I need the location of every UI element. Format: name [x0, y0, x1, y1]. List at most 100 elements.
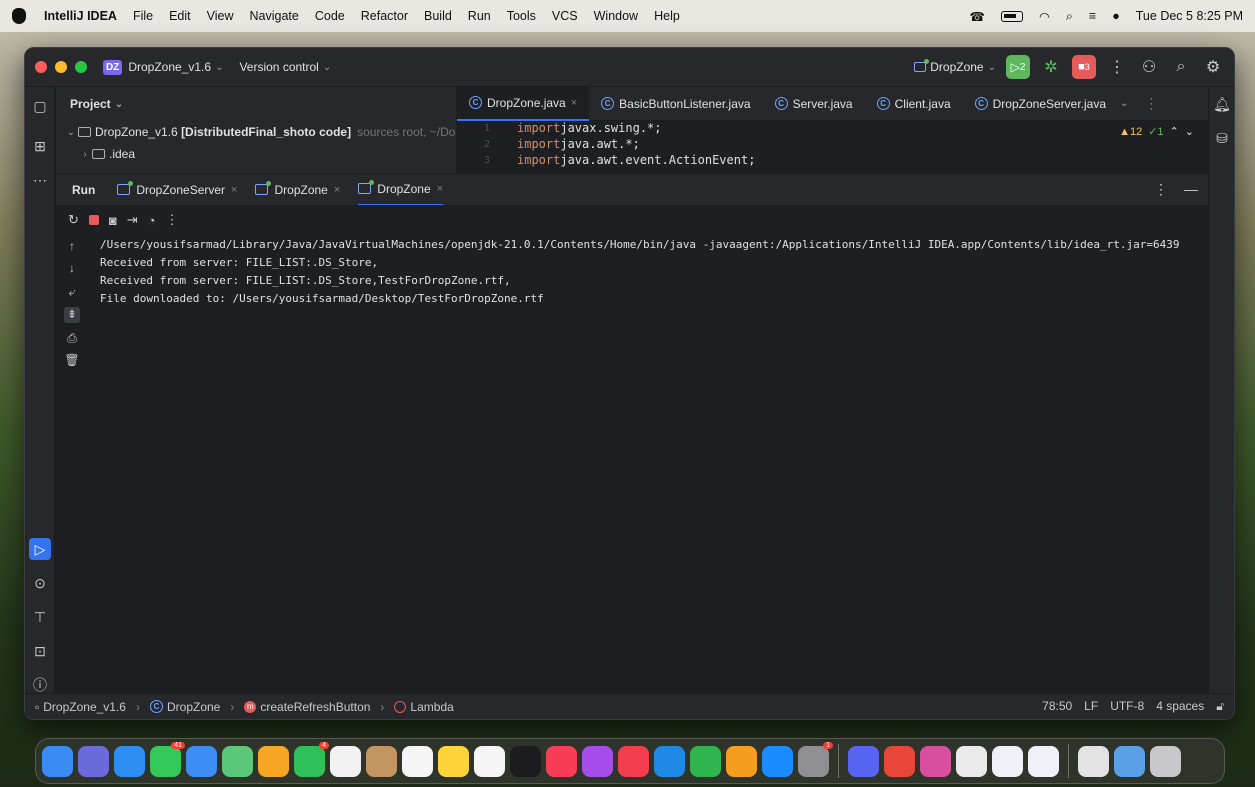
dock-documents-icon[interactable]: [1078, 745, 1109, 777]
dock-news-icon[interactable]: [618, 745, 649, 777]
project-panel-header[interactable]: Project ⌄: [56, 87, 456, 121]
dock-photos-icon[interactable]: [258, 745, 289, 777]
services-tool-icon[interactable]: ⊙: [29, 572, 51, 594]
rerun-icon[interactable]: ↻: [68, 212, 79, 228]
menu-file[interactable]: File: [133, 9, 153, 23]
project-switcher[interactable]: DropZone_v1.6: [128, 60, 211, 74]
more-icon[interactable]: ⋮: [1144, 95, 1158, 112]
more-icon[interactable]: ⋮: [166, 212, 179, 228]
chevron-down-icon[interactable]: ⌄: [215, 62, 223, 73]
close-window-button[interactable]: [35, 61, 47, 73]
menu-window[interactable]: Window: [594, 9, 638, 23]
minimize-window-button[interactable]: [55, 61, 67, 73]
notifications-icon[interactable]: 🔔︎: [1211, 93, 1233, 115]
more-tools-icon[interactable]: ⋯: [29, 169, 51, 191]
dock-freeform-icon[interactable]: [474, 745, 505, 777]
wifi-icon[interactable]: ◠: [1039, 9, 1050, 24]
project-badge[interactable]: DZ: [103, 59, 123, 75]
build-tool-icon[interactable]: ⊤: [29, 606, 51, 628]
dock-textedit-icon[interactable]: [956, 745, 987, 777]
tab-client-java[interactable]: C Client.java: [865, 87, 963, 121]
tree-node-idea[interactable]: › .idea: [56, 143, 456, 165]
dock-facetime-icon[interactable]: 4: [294, 741, 329, 777]
stop-icon[interactable]: [88, 215, 99, 225]
zoom-window-button[interactable]: [75, 61, 87, 73]
spotlight-icon[interactable]: ⌕: [1066, 9, 1073, 24]
arrow-down-icon[interactable]: ↓: [64, 261, 80, 277]
profiler-icon[interactable]: ◔: [148, 213, 156, 228]
soft-wrap-icon[interactable]: ⤶: [64, 285, 80, 301]
dock-music-icon[interactable]: [546, 745, 577, 777]
version-control-menu[interactable]: Version control: [239, 60, 318, 74]
dock-reminders-icon[interactable]: [402, 745, 433, 777]
dock-keynote-icon[interactable]: [654, 745, 685, 777]
terminal-tool-icon[interactable]: ⊡: [29, 640, 51, 662]
close-icon[interactable]: ×: [437, 183, 443, 195]
close-icon[interactable]: ×: [571, 97, 577, 109]
search-icon[interactable]: ⌕: [1170, 58, 1192, 76]
chevron-right-icon[interactable]: ›: [78, 149, 92, 160]
control-center-icon[interactable]: ≡: [1089, 9, 1096, 23]
indent-setting[interactable]: 4 spaces: [1156, 699, 1204, 714]
run-button[interactable]: ▷ 2: [1006, 55, 1030, 79]
dock-trash-icon[interactable]: [1150, 745, 1181, 777]
menu-run[interactable]: Run: [468, 9, 491, 23]
caret-position[interactable]: 78:50: [1042, 699, 1072, 714]
console-output[interactable]: /Users/yousifsarmad/Library/Java/JavaVir…: [100, 235, 1208, 693]
minimize-panel-icon[interactable]: —: [1184, 181, 1198, 198]
tab-server-java[interactable]: C Server.java: [763, 87, 865, 121]
chevron-down-icon[interactable]: ⌄: [64, 127, 78, 138]
dock-finder-icon[interactable]: [42, 745, 73, 777]
close-icon[interactable]: ×: [334, 184, 340, 196]
phone-icon[interactable]: ☎: [969, 9, 985, 24]
tab-dropzone-java[interactable]: C DropZone.java ×: [457, 86, 590, 121]
menu-view[interactable]: View: [207, 9, 234, 23]
dock-downloads-icon[interactable]: [1114, 745, 1145, 777]
chevron-up-icon[interactable]: ⌃: [1170, 125, 1179, 138]
menu-vcs[interactable]: VCS: [552, 9, 578, 23]
menu-refactor[interactable]: Refactor: [361, 9, 408, 23]
dock-podcasts-icon[interactable]: [582, 745, 613, 777]
tab-dropzoneserver-java[interactable]: C DropZoneServer.java: [963, 87, 1118, 121]
trash-icon[interactable]: 🗑︎: [64, 353, 80, 369]
stop-button[interactable]: ■ 3: [1072, 55, 1096, 79]
tab-basicbuttonlistener-java[interactable]: C BasicButtonListener.java: [589, 87, 762, 121]
breadcrumb-method[interactable]: createRefreshButton: [260, 700, 370, 714]
run-tab-dropzone-1[interactable]: DropZone ×: [255, 174, 340, 206]
breadcrumb-class[interactable]: DropZone: [167, 700, 220, 714]
database-icon[interactable]: ⛁: [1211, 127, 1233, 149]
menu-build[interactable]: Build: [424, 9, 452, 23]
camera-icon[interactable]: ◙: [109, 213, 117, 228]
tabs-overflow-icon[interactable]: ⌄: [1120, 98, 1128, 109]
more-icon[interactable]: ⋮: [1154, 181, 1168, 198]
dock-tv-icon[interactable]: [510, 745, 541, 777]
run-tab-dropzoneserver[interactable]: DropZoneServer ×: [117, 174, 237, 206]
dock-app-store-icon[interactable]: [762, 745, 793, 777]
more-icon[interactable]: ⋮: [1106, 57, 1128, 77]
chevron-down-icon[interactable]: ⌄: [323, 62, 331, 73]
dock-safari-icon[interactable]: [114, 745, 145, 777]
file-encoding[interactable]: UTF-8: [1110, 699, 1144, 714]
lock-icon[interactable]: 🔓︎: [1216, 699, 1224, 714]
dock-maps-icon[interactable]: [222, 745, 253, 777]
print-icon[interactable]: ⎙: [64, 331, 80, 347]
structure-tool-icon[interactable]: ⊞: [29, 135, 51, 157]
dock-mail-icon[interactable]: [186, 745, 217, 777]
menu-help[interactable]: Help: [654, 9, 680, 23]
dock-java-app-1-icon[interactable]: [992, 745, 1023, 777]
chevron-down-icon[interactable]: ⌄: [1185, 125, 1194, 138]
menu-code[interactable]: Code: [315, 9, 345, 23]
breadcrumb-lambda[interactable]: Lambda: [410, 700, 453, 714]
dock-pages-icon[interactable]: [726, 745, 757, 777]
menu-app-name[interactable]: IntelliJ IDEA: [44, 9, 117, 23]
close-icon[interactable]: ×: [231, 184, 237, 196]
dock-calendar-icon[interactable]: [330, 745, 361, 777]
arrow-up-icon[interactable]: ↑: [64, 239, 80, 255]
battery-icon[interactable]: [1000, 10, 1023, 22]
dock-contacts-icon[interactable]: [366, 745, 397, 777]
menu-navigate[interactable]: Navigate: [250, 9, 299, 23]
project-tool-icon[interactable]: ▢: [29, 95, 51, 117]
dock-system-settings-icon[interactable]: 1: [798, 741, 833, 777]
siri-icon[interactable]: ●: [1112, 9, 1120, 23]
scroll-to-end-icon[interactable]: ⇟: [64, 307, 80, 323]
